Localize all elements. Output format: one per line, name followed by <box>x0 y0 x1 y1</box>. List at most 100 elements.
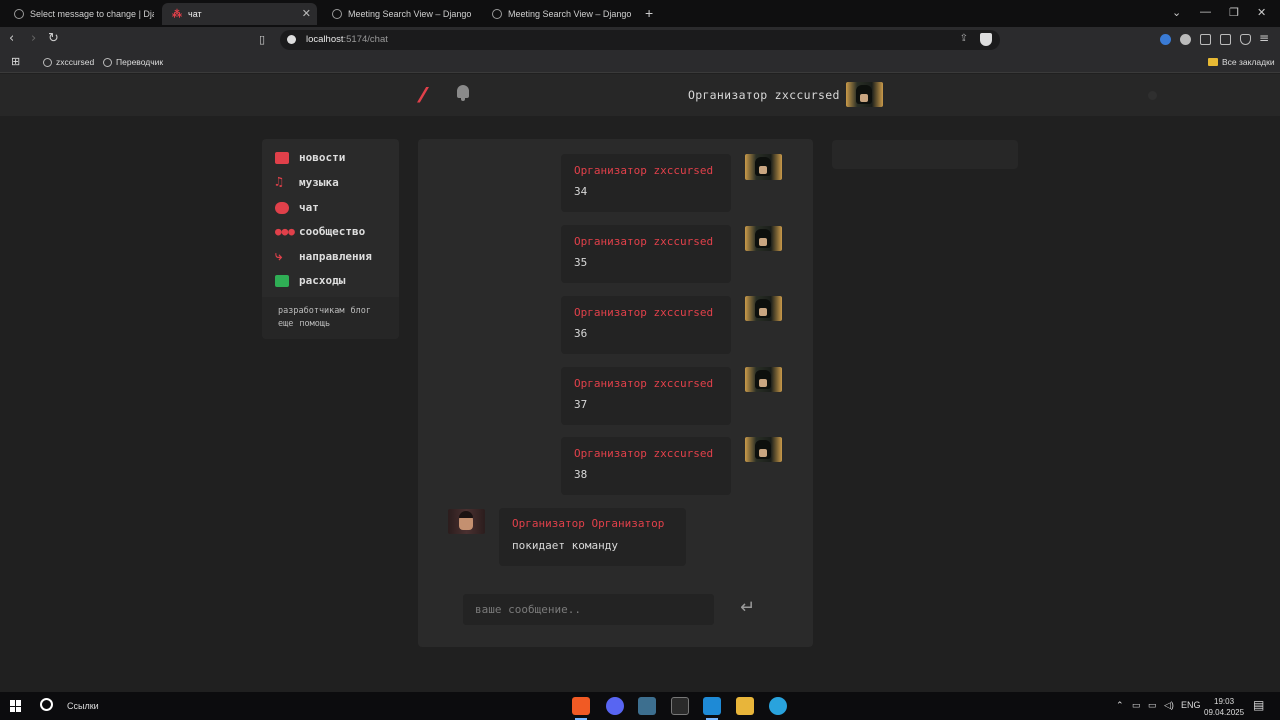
header-username[interactable]: Организатор zxccursed <box>688 88 840 102</box>
vpn-shield-icon[interactable] <box>1240 34 1251 45</box>
bookmarks-bar: ⊞ zxccursed Переводчик Все закладки <box>0 53 1280 73</box>
message-author[interactable]: Организатор zxccursed <box>574 306 713 319</box>
share-icon[interactable]: ⇪ <box>960 33 968 44</box>
site-header: ⁄⁄⁄ Организатор zxccursed <box>0 74 1280 116</box>
browser-toolbar: ‹ › ↻ ▯ localhost:5174/chat ⇪ ≡ <box>0 27 1280 53</box>
message-text: покидает команду <box>512 539 618 552</box>
message-input[interactable] <box>463 594 714 625</box>
telegram-icon[interactable] <box>769 697 787 715</box>
avatar[interactable] <box>745 296 782 321</box>
tab-django-admin[interactable]: Select message to change | Django <box>4 3 154 25</box>
money-icon <box>275 274 289 287</box>
tab-chat[interactable]: ⁂ чат ✕ <box>162 3 317 25</box>
new-tab-icon[interactable]: + <box>645 5 653 21</box>
site-logo-icon[interactable]: ⁄⁄⁄ <box>421 83 425 107</box>
footer-link-help[interactable]: помощь <box>299 319 330 329</box>
footer-links: разработчикам блог еще помощь <box>278 305 377 331</box>
clock[interactable]: 19:03 09.04.2025 <box>1204 696 1244 718</box>
sidebar-item-news[interactable]: новости <box>275 151 345 164</box>
sidebar-item-directions[interactable]: ⤷ направления <box>275 250 372 264</box>
extensions-puzzle-icon[interactable] <box>1200 34 1211 45</box>
vscode-icon[interactable] <box>703 697 721 720</box>
footer-link-blog[interactable]: блог <box>351 306 371 316</box>
message-bubble: Организатор zxccursed 38 <box>561 437 731 495</box>
avatar[interactable] <box>448 509 485 534</box>
sidebar-item-community[interactable]: ●●● сообщество <box>275 225 365 238</box>
message-author[interactable]: Организатор zxccursed <box>574 164 713 177</box>
bookmark-icon[interactable]: ▯ <box>259 33 265 46</box>
tab-meeting-search-1[interactable]: Meeting Search View – Django REST <box>322 3 474 25</box>
newspaper-icon <box>275 151 289 164</box>
tab-title: Meeting Search View – Django REST <box>508 9 634 19</box>
avatar[interactable] <box>846 82 883 107</box>
message-text: 38 <box>574 468 588 481</box>
chevron-up-icon[interactable]: ⌃ <box>1116 700 1124 711</box>
sidebar-icon[interactable] <box>1220 34 1231 45</box>
globe-icon <box>43 57 52 67</box>
message-author[interactable]: Организатор zxccursed <box>574 235 713 248</box>
url-text[interactable]: localhost:5174/chat <box>306 34 388 45</box>
back-icon[interactable]: ‹ <box>9 31 14 46</box>
bookmark-zxccursed[interactable]: zxccursed <box>43 57 94 67</box>
language-indicator[interactable]: ENG <box>1181 700 1201 710</box>
avatar[interactable] <box>745 154 782 180</box>
tab-title: Select message to change | Django <box>30 9 154 19</box>
taskbar-search-label[interactable]: Ссылки <box>67 701 99 711</box>
taskbar: Ссылки ⌃ ▭ ▭ ◁) ENG 19:03 09.04.2025 ▤ <box>0 692 1280 720</box>
bell-icon[interactable] <box>457 85 469 101</box>
message-bubble: Организатор Организатор покидает команду <box>499 508 686 566</box>
avatar[interactable] <box>745 367 782 392</box>
volume-icon[interactable]: ◁) <box>1164 700 1174 711</box>
brave-shield-icon[interactable] <box>980 33 992 46</box>
chat-icon <box>275 201 289 214</box>
globe-icon <box>332 9 342 19</box>
send-icon[interactable]: ↵ <box>740 597 755 618</box>
extension-globe-icon[interactable] <box>1160 34 1171 45</box>
forward-icon[interactable]: › <box>31 31 36 46</box>
avatar[interactable] <box>745 437 782 462</box>
sidebar-footer: разработчикам блог еще помощь <box>262 297 399 339</box>
bookmark-translator[interactable]: Переводчик <box>103 57 163 67</box>
discord-icon[interactable] <box>606 697 624 715</box>
footer-link-developers[interactable]: разработчикам <box>278 306 345 316</box>
search-icon[interactable] <box>40 698 53 711</box>
apps-grid-icon[interactable]: ⊞ <box>11 55 20 68</box>
message-author[interactable]: Организатор zxccursed <box>574 377 713 390</box>
sidebar-item-music[interactable]: ♫ музыка <box>275 174 339 190</box>
extension-icon[interactable] <box>1180 34 1191 45</box>
message-author[interactable]: Организатор zxccursed <box>574 447 713 460</box>
sidebar-item-label: новости <box>299 151 346 164</box>
tab-list-icon[interactable]: ⌄ <box>1172 6 1181 19</box>
site-info-icon[interactable] <box>287 35 296 44</box>
sidebar-item-chat[interactable]: чат <box>275 201 319 214</box>
message-text: 35 <box>574 256 588 269</box>
all-bookmarks[interactable]: Все закладки <box>1208 57 1275 67</box>
tab-meeting-search-2[interactable]: Meeting Search View – Django REST <box>482 3 634 25</box>
windows-start-icon[interactable] <box>10 700 22 712</box>
minimize-icon[interactable]: — <box>1200 6 1211 18</box>
reload-icon[interactable]: ↻ <box>48 31 59 46</box>
footer-link-more[interactable]: еще <box>278 319 293 329</box>
address-bar[interactable]: localhost:5174/chat ⇪ <box>280 30 1000 50</box>
url-path: :5174/chat <box>343 34 388 45</box>
bookmark-label: zxccursed <box>56 57 95 67</box>
globe-icon <box>14 9 24 19</box>
sidebar-item-expenses[interactable]: расходы <box>275 274 345 287</box>
tray-icon[interactable]: ▭ <box>1132 700 1141 711</box>
notifications-icon[interactable]: ▤ <box>1253 698 1264 712</box>
message-bubble: Организатор zxccursed 37 <box>561 367 731 425</box>
menu-icon[interactable]: ≡ <box>1259 31 1269 45</box>
close-window-icon[interactable]: ✕ <box>1257 6 1266 19</box>
close-tab-icon[interactable]: ✕ <box>302 7 311 20</box>
music-icon: ♫ <box>275 174 283 190</box>
app-icon[interactable] <box>638 697 656 715</box>
bookmark-label: Переводчик <box>116 57 164 67</box>
brave-icon[interactable] <box>572 697 590 720</box>
file-explorer-icon[interactable] <box>736 697 754 715</box>
message-author[interactable]: Организатор Организатор <box>512 517 664 530</box>
message-bubble: Организатор zxccursed 36 <box>561 296 731 354</box>
restore-icon[interactable]: ❐ <box>1229 6 1239 19</box>
terminal-icon[interactable] <box>671 697 689 715</box>
avatar[interactable] <box>745 226 782 251</box>
display-icon[interactable]: ▭ <box>1148 700 1157 711</box>
